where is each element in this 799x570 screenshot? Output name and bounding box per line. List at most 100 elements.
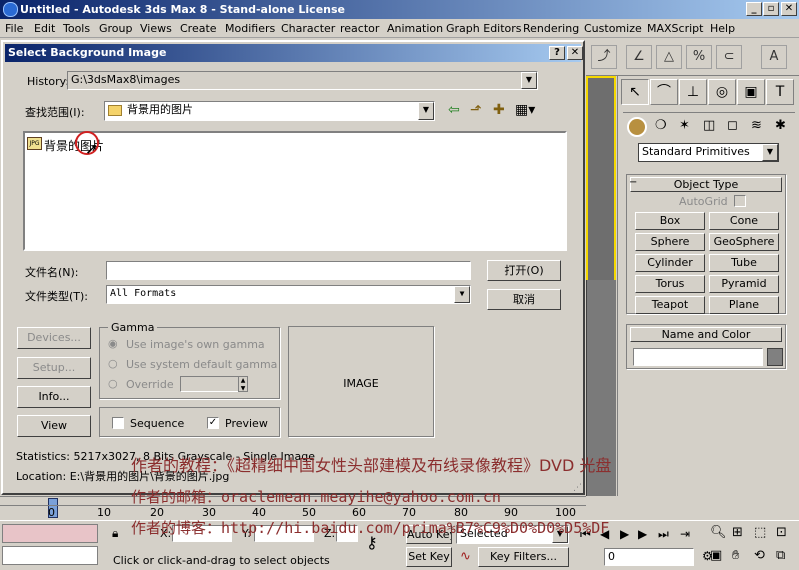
helpers-icon[interactable]: ◻ [727,118,738,133]
menu-character[interactable]: Character [281,22,335,35]
play-icon[interactable]: ▶ [620,527,629,541]
motion-tab-icon[interactable]: ◎ [708,79,736,105]
menu-animation[interactable]: Animation [387,22,443,35]
cameras-icon[interactable]: ◫ [703,118,715,133]
create-tab-icon[interactable]: ↖ [621,79,649,105]
orbit-icon[interactable]: ⟲ [754,548,765,563]
radio-system-gamma[interactable]: ○ [108,357,118,370]
view-menu-icon[interactable]: ▦▾ [515,102,535,118]
dialog-help-button[interactable]: ? [549,46,565,60]
zoom-all-icon[interactable]: ⊞ [732,525,743,540]
sphere-button[interactable]: Sphere [635,233,705,251]
filename-input[interactable] [106,261,471,280]
view-button[interactable]: View [17,415,91,437]
menu-create[interactable]: Create [180,22,217,35]
region-zoom-icon[interactable]: ▣ [710,548,722,563]
menu-views[interactable]: Views [140,22,172,35]
torus-button[interactable]: Torus [635,275,705,293]
lock-icon[interactable]: 🔒︎ [112,526,118,541]
autogrid-checkbox[interactable] [734,195,746,207]
app-icon[interactable] [3,2,18,17]
utilities-tab-icon[interactable]: T [766,79,794,105]
lights-icon[interactable]: ✶ [679,118,690,133]
zoom-icon[interactable]: 🔍︎ [710,525,727,540]
back-icon[interactable]: ⇦ [448,102,460,118]
up-folder-icon[interactable]: ⬏ [470,102,482,118]
maximize-viewport-icon[interactable]: ⧉ [776,548,785,563]
chevron-down-icon[interactable]: ▼ [521,72,537,89]
set-key-button[interactable]: Set Key [406,547,452,567]
devices-button[interactable]: Devices... [17,327,91,349]
set-key-tangent-icon[interactable]: ∿ [460,549,471,564]
geosphere-button[interactable]: GeoSphere [709,233,779,251]
primitives-dropdown[interactable]: Standard Primitives ▼ [638,143,779,162]
radio-override-gamma[interactable]: ○ [108,377,118,390]
teapot-button[interactable]: Teapot [635,296,705,314]
key-mode-icon[interactable]: ⇥ [680,527,690,541]
display-tab-icon[interactable]: ▣ [737,79,765,105]
shapes-icon[interactable]: ❍ [655,118,667,133]
object-name-input[interactable] [633,348,763,366]
look-in-dropdown[interactable]: 背景用的图片 ▼ [104,101,435,121]
snap-3d-icon[interactable]: ∠ [626,45,652,69]
open-button[interactable]: 打开(O) [487,260,561,281]
hierarchy-tab-icon[interactable]: ⊥ [679,79,707,105]
minimize-button[interactable]: _ [746,2,762,16]
spacewarps-icon[interactable]: ≋ [751,118,762,133]
bind-icon[interactable]: ⤴ [591,45,617,69]
override-spinner[interactable]: ▲ ▼ [238,376,248,392]
filetype-dropdown[interactable]: All Formats ▼ [106,285,471,304]
menu-help[interactable]: Help [710,22,735,35]
resize-grip-icon[interactable]: ⋰ [573,483,582,493]
setup-button[interactable]: Setup... [17,357,91,379]
menu-tools[interactable]: Tools [63,22,90,35]
object-type-rollout-header[interactable]: Object Type [630,177,782,192]
menu-file[interactable]: File [5,22,23,35]
menu-graph-editors[interactable]: Graph Editors [446,22,522,35]
percent-snap-icon[interactable]: % [686,45,712,69]
modify-tab-icon[interactable]: ⌒ [650,79,678,105]
current-frame-input[interactable]: 0 [604,548,694,566]
preview-checkbox[interactable]: ✓ [207,417,219,429]
box-button[interactable]: Box [635,212,705,230]
new-folder-icon[interactable]: ✚ [493,102,505,118]
history-dropdown[interactable]: G:\3dsMax8\images ▼ [67,71,538,90]
close-button[interactable]: ✕ [781,2,797,16]
info-button[interactable]: Info... [17,386,91,408]
chevron-down-icon[interactable]: ▼ [454,286,470,303]
angle-snap-icon[interactable]: △ [656,45,682,69]
geometry-icon[interactable] [627,117,647,137]
chevron-down-icon[interactable]: ▼ [762,144,778,161]
cone-button[interactable]: Cone [709,212,779,230]
maximize-button[interactable]: ▫ [763,2,779,16]
menu-customize[interactable]: Customize [584,22,642,35]
plane-button[interactable]: Plane [709,296,779,314]
tube-button[interactable]: Tube [709,254,779,272]
key-filters-button[interactable]: Key Filters... [478,547,569,567]
spelling-icon[interactable]: A [761,45,787,69]
pan-icon[interactable]: ✋︎ [732,548,739,563]
object-color-swatch[interactable] [767,348,783,366]
spinner-snap-icon[interactable]: ⊂ [716,45,742,69]
maxscript-listener[interactable] [2,524,98,543]
menu-group[interactable]: Group [99,22,133,35]
file-item[interactable]: JPG 背景的图片 [27,137,119,153]
file-list[interactable]: JPG 背景的图片 ➚ [23,131,567,251]
go-to-end-icon[interactable]: ⏭ [658,527,669,542]
pyramid-button[interactable]: Pyramid [709,275,779,293]
systems-icon[interactable]: ✱ [775,118,786,133]
zoom-extents-icon[interactable]: ⬚ [754,525,766,540]
zoom-extents-all-icon[interactable]: ⊡ [776,525,787,540]
menu-reactor[interactable]: reactor [340,22,379,35]
menu-modifiers[interactable]: Modifiers [225,22,275,35]
next-frame-icon[interactable]: ▶ [638,527,647,541]
menu-edit[interactable]: Edit [34,22,55,35]
dialog-close-button[interactable]: ✕ [567,46,583,60]
name-color-rollout-header[interactable]: Name and Color [630,327,782,342]
cylinder-button[interactable]: Cylinder [635,254,705,272]
sequence-checkbox[interactable] [112,417,124,429]
menu-rendering[interactable]: Rendering [523,22,579,35]
chevron-down-icon[interactable]: ▼ [418,102,434,120]
maxscript-mini-input[interactable] [2,546,98,565]
cancel-button[interactable]: 取消 [487,289,561,310]
